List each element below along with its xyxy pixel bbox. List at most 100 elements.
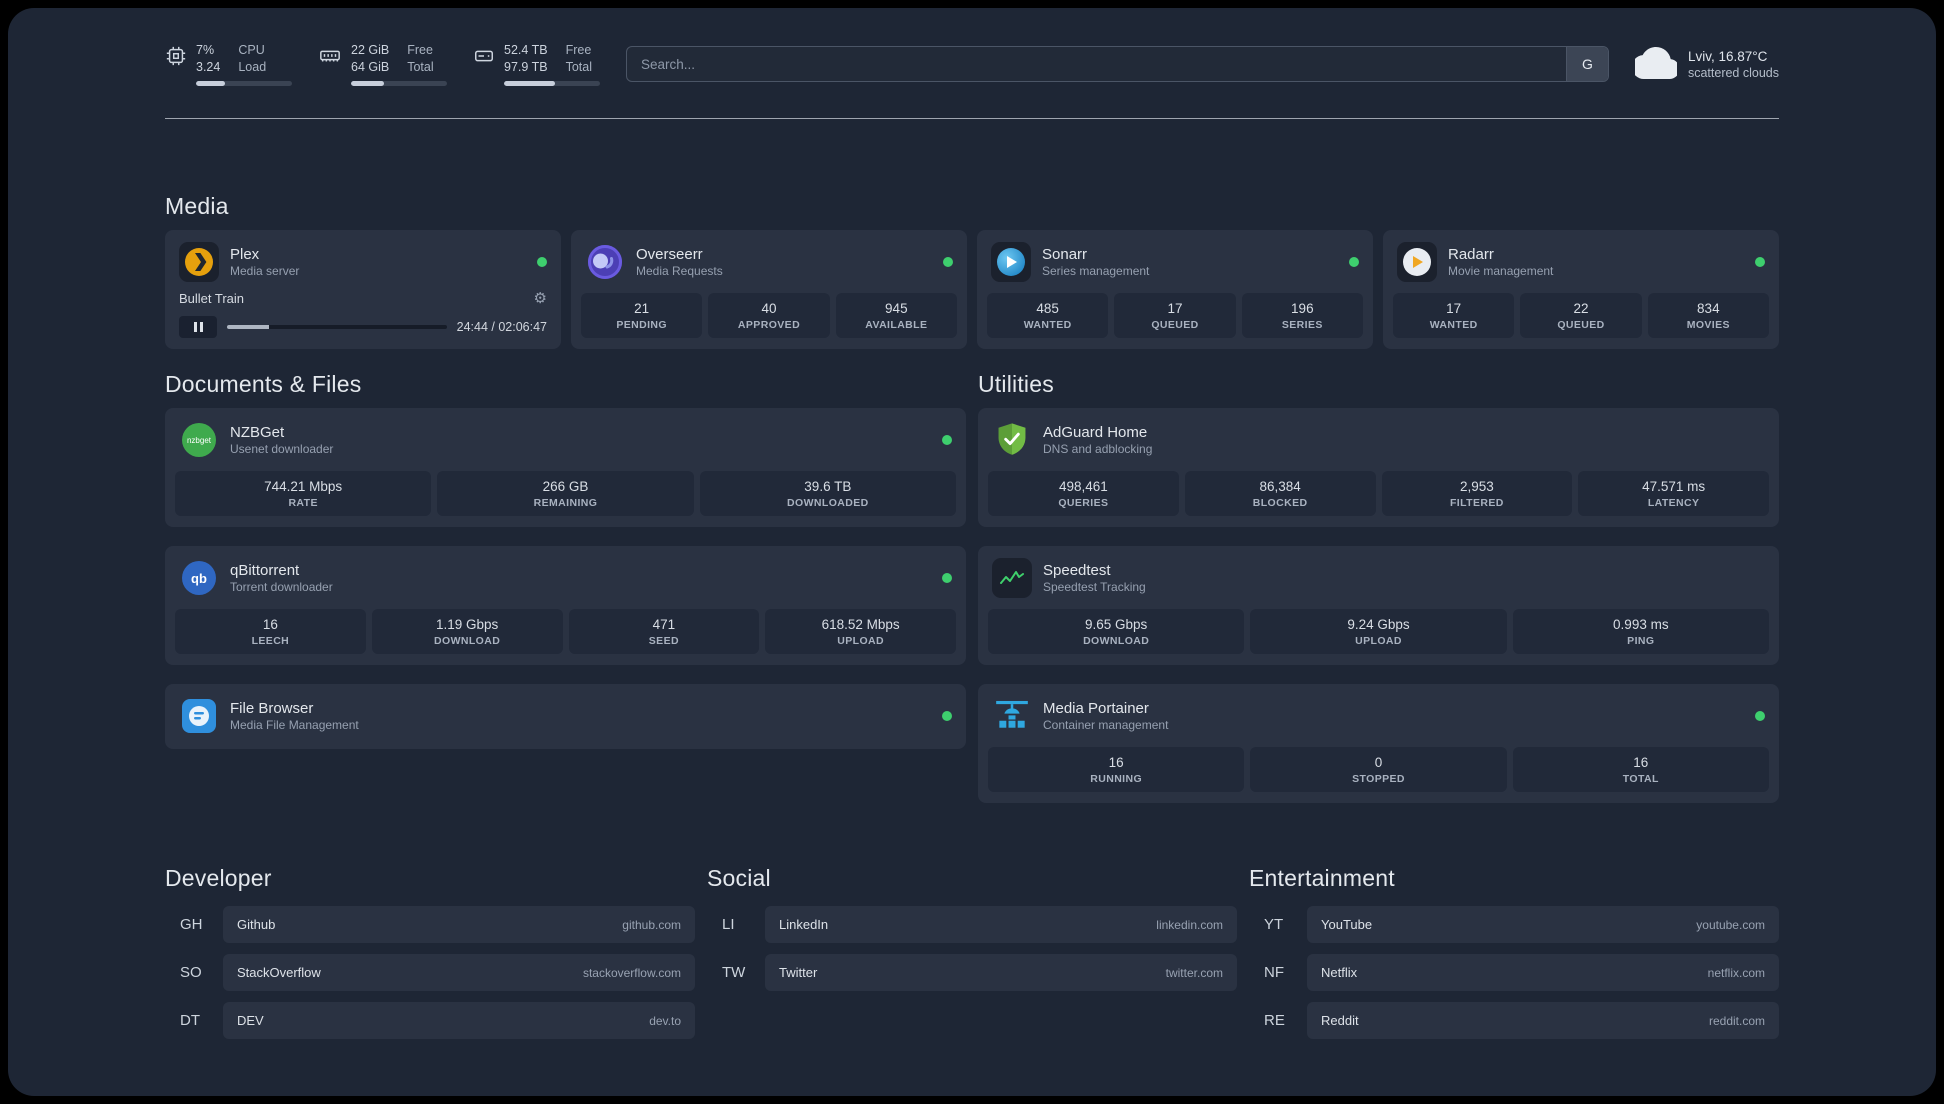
cpu-widget: 7% 3.24 CPU Load <box>165 42 292 86</box>
weather-condition: scattered clouds <box>1687 65 1779 80</box>
dashboard: 7% 3.24 CPU Load 22 GiB 64 GiB Free Tota… <box>8 8 1936 1096</box>
stat-label: QUERIES <box>1058 497 1109 509</box>
weather-widget: Lviv, 16.87°C scattered clouds <box>1634 47 1779 81</box>
bookmark-row: GH Github github.com <box>165 906 695 943</box>
stat-label: PENDING <box>616 319 667 331</box>
service-subtitle: Usenet downloader <box>230 442 334 456</box>
stat-value: 834 <box>1697 301 1720 316</box>
weather-text: Lviv, 16.87°C scattered clouds <box>1688 49 1779 80</box>
bookmark-url: stackoverflow.com <box>582 965 681 980</box>
service-card-nzbget: nzbget NZBGet Usenet downloader 744.21 M… <box>165 408 966 527</box>
status-dot <box>1755 711 1765 721</box>
stat-label: PING <box>1627 635 1655 647</box>
media-group: Plex Media server Bullet Train ⚙ 24:44 /… <box>165 230 1779 349</box>
bookmark-name: Github <box>237 917 276 932</box>
stat-label: SERIES <box>1281 319 1323 331</box>
media-progress-bar[interactable] <box>227 325 447 329</box>
section-title-media: Media <box>165 193 229 219</box>
service-link-radarr[interactable]: Radarr Movie management <box>1393 240 1769 284</box>
search-input[interactable] <box>627 47 1566 81</box>
bookmark-link-netflix[interactable]: Netflix netflix.com <box>1307 954 1779 991</box>
qbittorrent-title-block: qBittorrent Torrent downloader <box>230 562 333 594</box>
stat-value: 945 <box>885 301 908 316</box>
bookmarks-developer: Developer GH Github github.com SO StackO… <box>165 865 695 1050</box>
stat-label: TOTAL <box>1622 773 1659 785</box>
stat-label: BLOCKED <box>1252 497 1308 509</box>
portainer-icon <box>992 696 1032 736</box>
service-card-speedtest: Speedtest Speedtest Tracking 9.65 Gbps D… <box>978 546 1779 665</box>
cpu-usage-value: 7% <box>196 43 215 58</box>
bookmark-url: dev.to <box>649 1013 681 1028</box>
cpu-progress-bar <box>196 80 292 86</box>
memory-progress-fill <box>351 80 384 86</box>
service-link-qbittorrent[interactable]: qb qBittorrent Torrent downloader <box>175 556 956 600</box>
status-dot <box>942 711 952 721</box>
stat-label: LATENCY <box>1647 497 1700 509</box>
service-link-plex[interactable]: Plex Media server <box>175 240 551 284</box>
bookmark-link-youtube[interactable]: YouTube youtube.com <box>1307 906 1779 943</box>
service-subtitle: Container management <box>1043 718 1169 732</box>
bookmark-link-dev[interactable]: DEV dev.to <box>223 1002 695 1039</box>
stat-label: QUEUED <box>1557 319 1605 331</box>
search-provider-button[interactable]: G <box>1565 47 1608 81</box>
service-link-adguard[interactable]: AdGuard Home DNS and adblocking <box>988 418 1769 462</box>
bookmark-name: LinkedIn <box>779 917 829 932</box>
bookmark-url: linkedin.com <box>1156 917 1223 932</box>
stat-label: QUEUED <box>1151 319 1199 331</box>
settings-gear-icon[interactable]: ⚙ <box>534 291 547 306</box>
stat-box: 0 STOPPED <box>1250 747 1507 792</box>
service-link-portainer[interactable]: Media Portainer Container management <box>988 694 1769 738</box>
stat-value: 1.19 Gbps <box>435 617 499 632</box>
bookmark-url: twitter.com <box>1165 965 1223 980</box>
bookmark-link-reddit[interactable]: Reddit reddit.com <box>1307 1002 1779 1039</box>
cpu-icon <box>166 46 186 66</box>
service-card-adguard: AdGuard Home DNS and adblocking 498,461 … <box>978 408 1779 527</box>
status-dot <box>537 257 547 267</box>
speedtest-stats: 9.65 Gbps DOWNLOAD 9.24 Gbps UPLOAD 0.99… <box>988 609 1769 654</box>
bookmark-url: github.com <box>622 917 681 932</box>
service-link-filebrowser[interactable]: File Browser Media File Management <box>175 694 956 738</box>
bookmark-url: reddit.com <box>1708 1013 1765 1028</box>
section-title-developer: Developer <box>165 865 272 891</box>
disk-readout: 52.4 TB 97.9 TB Free Total <box>504 42 600 86</box>
bookmark-link-stackoverflow[interactable]: StackOverflow stackoverflow.com <box>223 954 695 991</box>
bookmark-abbr: NF <box>1264 964 1284 981</box>
stat-value: 266 GB <box>542 479 589 494</box>
filebrowser-title-block: File Browser Media File Management <box>230 700 359 732</box>
sonarr-stats: 485 WANTED 17 QUEUED 196 SERIES <box>987 293 1363 338</box>
service-subtitle: Media server <box>230 264 300 278</box>
bookmark-link-github[interactable]: Github github.com <box>223 906 695 943</box>
section-title-documents: Documents & Files <box>165 371 362 397</box>
stat-value: 40 <box>761 301 777 316</box>
portainer-stats: 16 RUNNING 0 STOPPED 16 TOTAL <box>988 747 1769 792</box>
cpu-label-bottom: Load <box>238 60 267 74</box>
service-link-sonarr[interactable]: Sonarr Series management <box>987 240 1363 284</box>
stat-box: 9.24 Gbps UPLOAD <box>1250 609 1507 654</box>
service-name: Plex <box>230 246 260 263</box>
disk-label-bottom: Total <box>565 60 592 74</box>
cpu-label-top: CPU <box>238 43 265 58</box>
svg-text:nzbget: nzbget <box>187 436 212 445</box>
service-name: Media Portainer <box>1043 700 1149 717</box>
nzbget-title-block: NZBGet Usenet downloader <box>230 424 333 456</box>
svg-text:qb: qb <box>191 571 207 586</box>
stat-value: 47.571 ms <box>1642 479 1706 494</box>
service-link-nzbget[interactable]: nzbget NZBGet Usenet downloader <box>175 418 956 462</box>
service-link-overseerr[interactable]: Overseerr Media Requests <box>581 240 957 284</box>
bookmark-link-linkedin[interactable]: LinkedIn linkedin.com <box>765 906 1237 943</box>
cpu-progress-fill <box>196 80 225 86</box>
speedtest-title-block: Speedtest Speedtest Tracking <box>1043 562 1146 594</box>
pause-button[interactable] <box>179 316 217 338</box>
service-name: Speedtest <box>1043 562 1111 579</box>
memory-readout: 22 GiB 64 GiB Free Total <box>351 42 447 86</box>
bookmark-abbr: SO <box>180 964 202 981</box>
stat-label: LEECH <box>251 635 290 647</box>
stat-box: 945 AVAILABLE <box>835 293 957 338</box>
service-link-speedtest[interactable]: Speedtest Speedtest Tracking <box>988 556 1769 600</box>
disk-progress-fill <box>504 80 555 86</box>
service-subtitle: Speedtest Tracking <box>1043 580 1146 594</box>
service-name: Overseerr <box>636 246 703 263</box>
bookmark-link-twitter[interactable]: Twitter twitter.com <box>765 954 1237 991</box>
service-subtitle: Torrent downloader <box>230 580 333 594</box>
stat-box: 22 QUEUED <box>1520 293 1642 338</box>
